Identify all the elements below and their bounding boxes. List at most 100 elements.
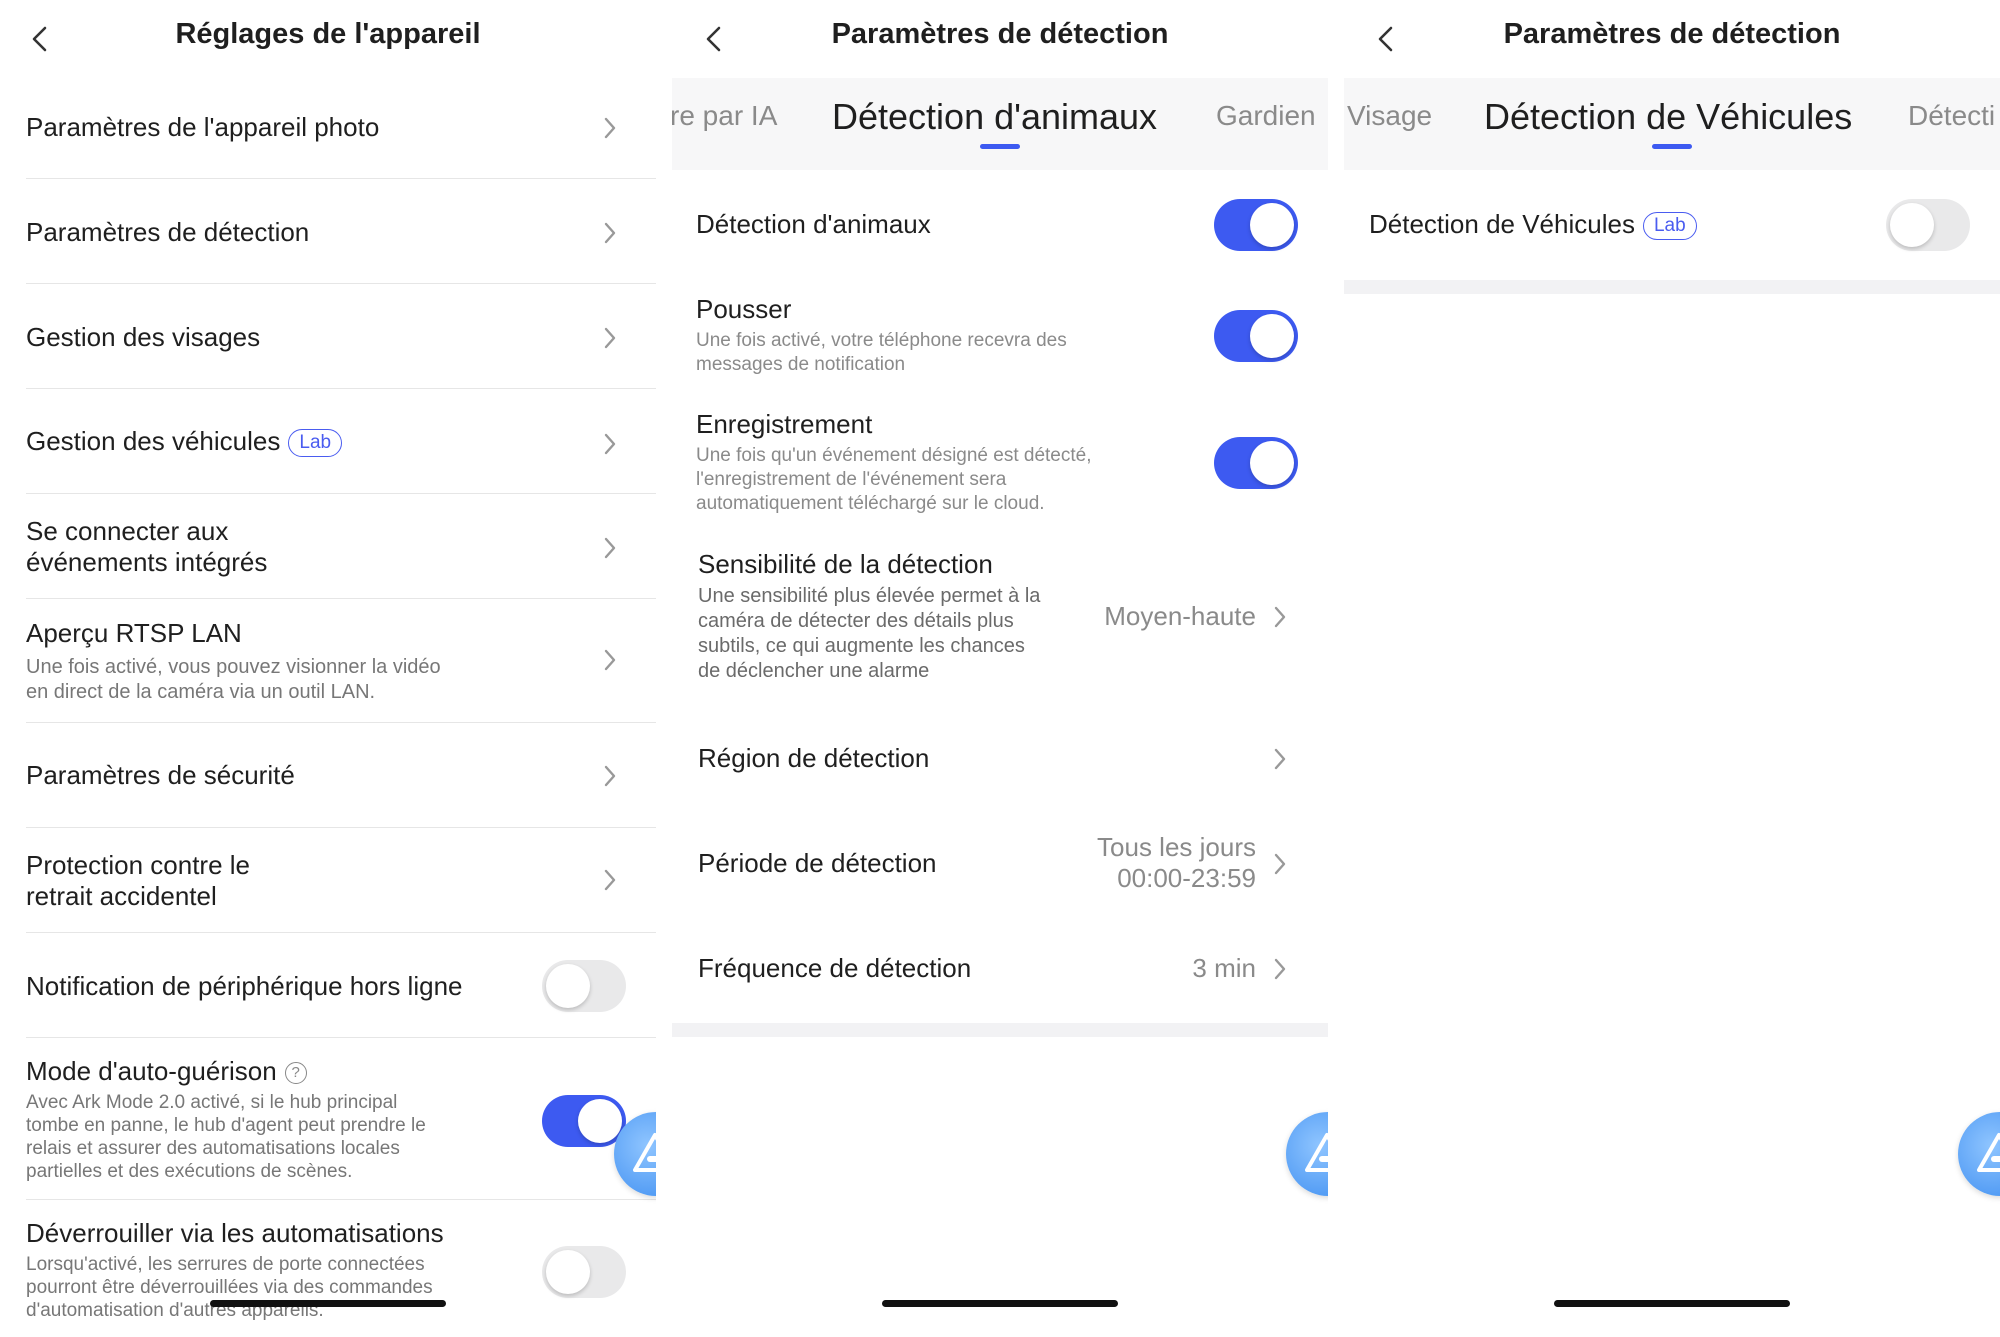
- animal-detection-screen: Paramètres de détection re par IA Détect…: [672, 0, 1328, 1337]
- row-label: Se connecter aux événements intégrés: [26, 516, 268, 577]
- push-toggle[interactable]: [1214, 310, 1298, 362]
- row-label: Protection contre le retrait accidentel: [26, 850, 251, 911]
- chevron-right-icon: [600, 865, 620, 895]
- divider: [26, 827, 656, 828]
- detection-frequency-row[interactable]: Fréquence de détection 3 min: [698, 953, 1328, 984]
- row-description: Une sensibilité plus élevée permet à la …: [698, 585, 1041, 682]
- header: Réglages de l'appareil: [0, 0, 656, 78]
- divider: [26, 932, 656, 933]
- chevron-right-icon: [600, 323, 620, 353]
- tab-ai-detection[interactable]: re par IA: [672, 100, 777, 132]
- chevron-right-icon: [1270, 744, 1290, 774]
- section-separator: [1344, 280, 2000, 294]
- tab-face[interactable]: Visage: [1347, 100, 1432, 132]
- detection-period-value: Tous les jours 00:00-23:59: [1097, 832, 1256, 893]
- chevron-right-icon: [1270, 849, 1290, 879]
- camera-settings-row[interactable]: Paramètres de l'appareil photo: [26, 112, 656, 143]
- chevron-right-icon: [600, 533, 620, 563]
- header: Paramètres de détection: [1344, 0, 2000, 78]
- home-indicator: [882, 1300, 1118, 1307]
- home-indicator: [210, 1300, 446, 1307]
- chevron-right-icon: [1270, 602, 1290, 632]
- home-indicator: [1554, 1300, 1790, 1307]
- toggle-knob: [546, 1250, 590, 1294]
- chevron-right-icon: [600, 429, 620, 459]
- chevron-right-icon: [600, 761, 620, 791]
- active-tab-indicator: [1652, 144, 1692, 149]
- row-label: Déverrouiller via les automatisations: [26, 1218, 444, 1248]
- detection-settings-row[interactable]: Paramètres de détection: [26, 217, 656, 248]
- toggle-knob: [1890, 203, 1934, 247]
- toggle-knob: [1250, 314, 1294, 358]
- vehicle-management-row[interactable]: Gestion des véhicules Lab: [26, 426, 656, 459]
- detection-region-row[interactable]: Région de détection: [698, 743, 1328, 774]
- row-description: Une fois activé, vous pouvez visionner l…: [26, 656, 441, 703]
- lab-badge: Lab: [1642, 212, 1697, 241]
- tab-vehicle-detection[interactable]: Détection de Véhicules: [1484, 96, 1852, 138]
- row-label: Enregistrement: [696, 409, 873, 439]
- vehicle-detection-screen: Paramètres de détection Visage Détection…: [1344, 0, 2000, 1337]
- row-label-text: Détection de Véhicules: [1369, 209, 1635, 239]
- row-label: Paramètres de sécurité: [26, 760, 295, 790]
- detection-frequency-value: 3 min: [1192, 953, 1256, 983]
- device-settings-screen: Réglages de l'appareil Paramètres de l'a…: [0, 0, 656, 1337]
- row-label: Paramètres de l'appareil photo: [26, 112, 380, 142]
- assistant-fab[interactable]: [1286, 1112, 1328, 1196]
- detection-tabs: re par IA Détection d'animaux Gardien: [672, 78, 1328, 170]
- lab-badge: Lab: [288, 429, 343, 458]
- assistant-fab-icon: [1305, 1133, 1328, 1172]
- toggle-knob: [546, 964, 590, 1008]
- vehicle-detection-toggle[interactable]: [1886, 199, 1970, 251]
- integrated-events-row[interactable]: Se connecter aux événements intégrés: [26, 516, 656, 578]
- page-title: Paramètres de détection: [1503, 18, 1841, 50]
- divider: [26, 493, 656, 494]
- row-label: Aperçu RTSP LAN: [26, 618, 242, 648]
- divider: [26, 178, 656, 179]
- toggle-knob: [578, 1099, 622, 1143]
- row-label: Paramètres de détection: [26, 217, 310, 247]
- assistant-fab-icon: [1977, 1133, 2000, 1172]
- row-label: Gestion des visages: [26, 322, 261, 352]
- row-label: Sensibilité de la détection: [698, 549, 993, 579]
- toggle-knob: [1250, 203, 1294, 247]
- section-separator: [672, 1023, 1328, 1037]
- active-tab-indicator: [980, 144, 1020, 149]
- page-title: Paramètres de détection: [831, 18, 1169, 50]
- divider: [26, 1199, 656, 1200]
- assistant-fab-icon: [633, 1133, 656, 1172]
- help-circle-icon[interactable]: ?: [284, 1062, 307, 1085]
- rtsp-lan-row[interactable]: Aperçu RTSP LAN Une fois activé, vous po…: [26, 618, 656, 705]
- tab-next-detection[interactable]: Détecti: [1908, 100, 1995, 132]
- tab-guardian[interactable]: Gardien: [1216, 100, 1316, 132]
- row-label: Mode d'auto-guérison?: [26, 1056, 656, 1087]
- header: Paramètres de détection: [672, 0, 1328, 78]
- chevron-right-icon: [600, 218, 620, 248]
- tab-animal-detection[interactable]: Détection d'animaux: [832, 96, 1157, 138]
- divider: [26, 388, 656, 389]
- row-label-text: Gestion des véhicules: [26, 426, 281, 456]
- offline-notification-toggle[interactable]: [542, 960, 626, 1012]
- sensitivity-row[interactable]: Sensibilité de la détection Une sensibil…: [698, 549, 1328, 684]
- security-settings-row[interactable]: Paramètres de sécurité: [26, 760, 656, 791]
- chevron-right-icon: [600, 645, 620, 675]
- row-label: Région de détection: [698, 743, 930, 773]
- sensitivity-value: Moyen-haute: [1104, 601, 1256, 631]
- page-title: Réglages de l'appareil: [175, 18, 481, 50]
- animal-detection-toggle[interactable]: [1214, 199, 1298, 251]
- toggle-knob: [1250, 441, 1294, 485]
- row-label-text: Mode d'auto-guérison: [26, 1056, 277, 1086]
- chevron-right-icon: [600, 113, 620, 143]
- face-management-row[interactable]: Gestion des visages: [26, 322, 656, 353]
- unlock-automation-toggle[interactable]: [542, 1246, 626, 1298]
- self-healing-toggle[interactable]: [542, 1095, 626, 1147]
- detection-tabs: Visage Détection de Véhicules Détecti: [1344, 78, 2000, 170]
- chevron-right-icon: [1270, 954, 1290, 984]
- recording-toggle[interactable]: [1214, 437, 1298, 489]
- removal-protection-row[interactable]: Protection contre le retrait accidentel: [26, 850, 656, 912]
- divider: [26, 722, 656, 723]
- assistant-fab[interactable]: [1958, 1112, 2000, 1196]
- divider: [26, 283, 656, 284]
- divider: [26, 1037, 656, 1038]
- detection-period-row[interactable]: Période de détection Tous les jours 00:0…: [698, 832, 1328, 893]
- divider: [26, 598, 656, 599]
